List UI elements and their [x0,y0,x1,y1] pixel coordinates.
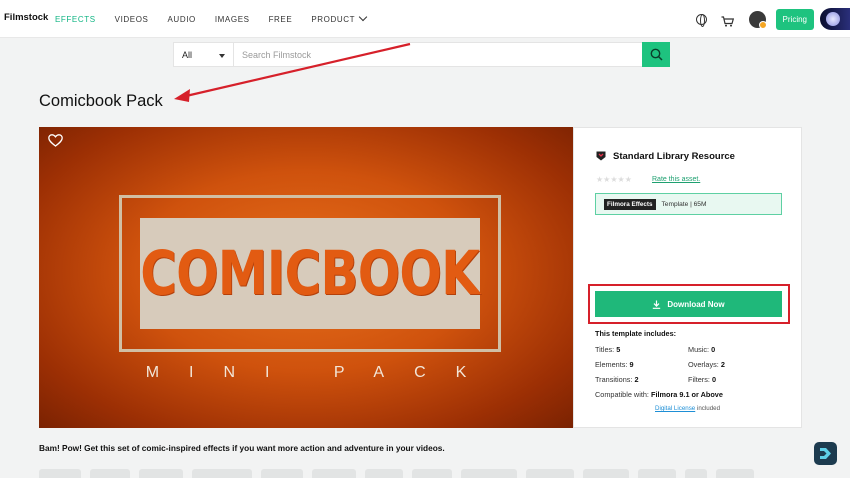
globe-icon[interactable] [695,13,707,27]
search-category-dropdown[interactable]: All [174,43,234,66]
nav-product[interactable]: PRODUCT [311,12,368,24]
nav-images[interactable]: IMAGES [215,15,250,24]
promo-banner-icon[interactable] [820,8,850,30]
preview-title-plate: COMICBOOK [140,218,480,329]
include-elements: Elements: 9 [595,360,634,369]
license-note: Digital License included [655,405,721,412]
asset-description: Bam! Pow! Get this set of comic-inspired… [39,443,445,453]
download-icon [653,300,661,309]
tag-chip[interactable] [685,469,707,478]
tag-chip[interactable] [638,469,676,478]
tag-chip[interactable] [526,469,574,478]
nav-product-label: PRODUCT [311,14,356,24]
nav-links: EFFECTS VIDEOS AUDIO IMAGES FREE PRODUCT [55,0,385,38]
tag-chip[interactable] [583,469,629,478]
nav-effects[interactable]: EFFECTS [55,15,96,24]
download-now-label: Download Now [667,299,725,309]
product-meta: Template | 65M [661,200,707,208]
nav-audio[interactable]: AUDIO [168,15,196,24]
heart-icon[interactable] [48,134,63,147]
includes-title: This template includes: [595,329,677,338]
include-filters: Filters: 0 [688,375,716,384]
product-info-box: Filmora Effects Template | 65M [595,193,782,215]
digital-license-link[interactable]: Digital License [655,405,695,412]
top-navigation: Filmstock EFFECTS VIDEOS AUDIO IMAGES FR… [0,0,850,38]
tag-chip[interactable] [312,469,356,478]
cart-icon[interactable] [721,14,734,27]
include-transitions: Transitions: 2 [595,375,639,384]
search-input[interactable] [234,43,642,66]
user-avatar[interactable] [748,10,767,29]
include-overlays: Overlays: 2 [688,360,725,369]
compatibility: Compatible with: Filmora 9.1 or Above [595,390,723,399]
tag-chip[interactable] [90,469,130,478]
tag-chip[interactable] [716,469,754,478]
tag-chip[interactable] [461,469,517,478]
rate-asset-link[interactable]: Rate this asset. [652,176,700,183]
tag-list [39,469,763,478]
tag-chip[interactable] [365,469,403,478]
tag-chip[interactable] [261,469,303,478]
filmora-widget-button[interactable] [814,442,837,465]
nav-free[interactable]: FREE [269,15,293,24]
preview-main-text: COMICBOOK [140,238,481,309]
caret-down-icon [219,54,225,58]
download-now-button[interactable]: Download Now [595,291,782,317]
search-icon [650,48,663,61]
resource-title: Standard Library Resource [613,151,735,162]
library-shield-icon [596,151,606,161]
nav-right: Pricing [695,0,850,38]
search-category-value: All [182,49,193,60]
preview-sub-text: MINI PACK [145,364,497,381]
pricing-button[interactable]: Pricing [775,8,814,30]
chevron-down-icon [358,12,368,21]
asset-details-panel: Standard Library Resource ★★★★★ Rate thi… [573,127,802,428]
asset-preview[interactable]: COMICBOOK MINI PACK [39,127,573,428]
tag-chip[interactable] [139,469,183,478]
rating-stars[interactable]: ★★★★★ [596,175,632,184]
nav-videos[interactable]: VIDEOS [115,15,149,24]
tag-chip[interactable] [412,469,452,478]
filmora-app-icon [820,448,831,459]
product-badge: Filmora Effects [604,198,656,210]
page-title: Comicbook Pack [39,92,163,110]
include-titles: Titles: 5 [595,345,621,354]
tag-chip[interactable] [39,469,81,478]
search-button[interactable] [642,42,670,67]
tag-chip[interactable] [192,469,252,478]
filmstock-logo[interactable]: Filmstock [4,12,48,23]
search-bar: All [173,42,670,67]
include-music: Music: 0 [688,345,716,354]
